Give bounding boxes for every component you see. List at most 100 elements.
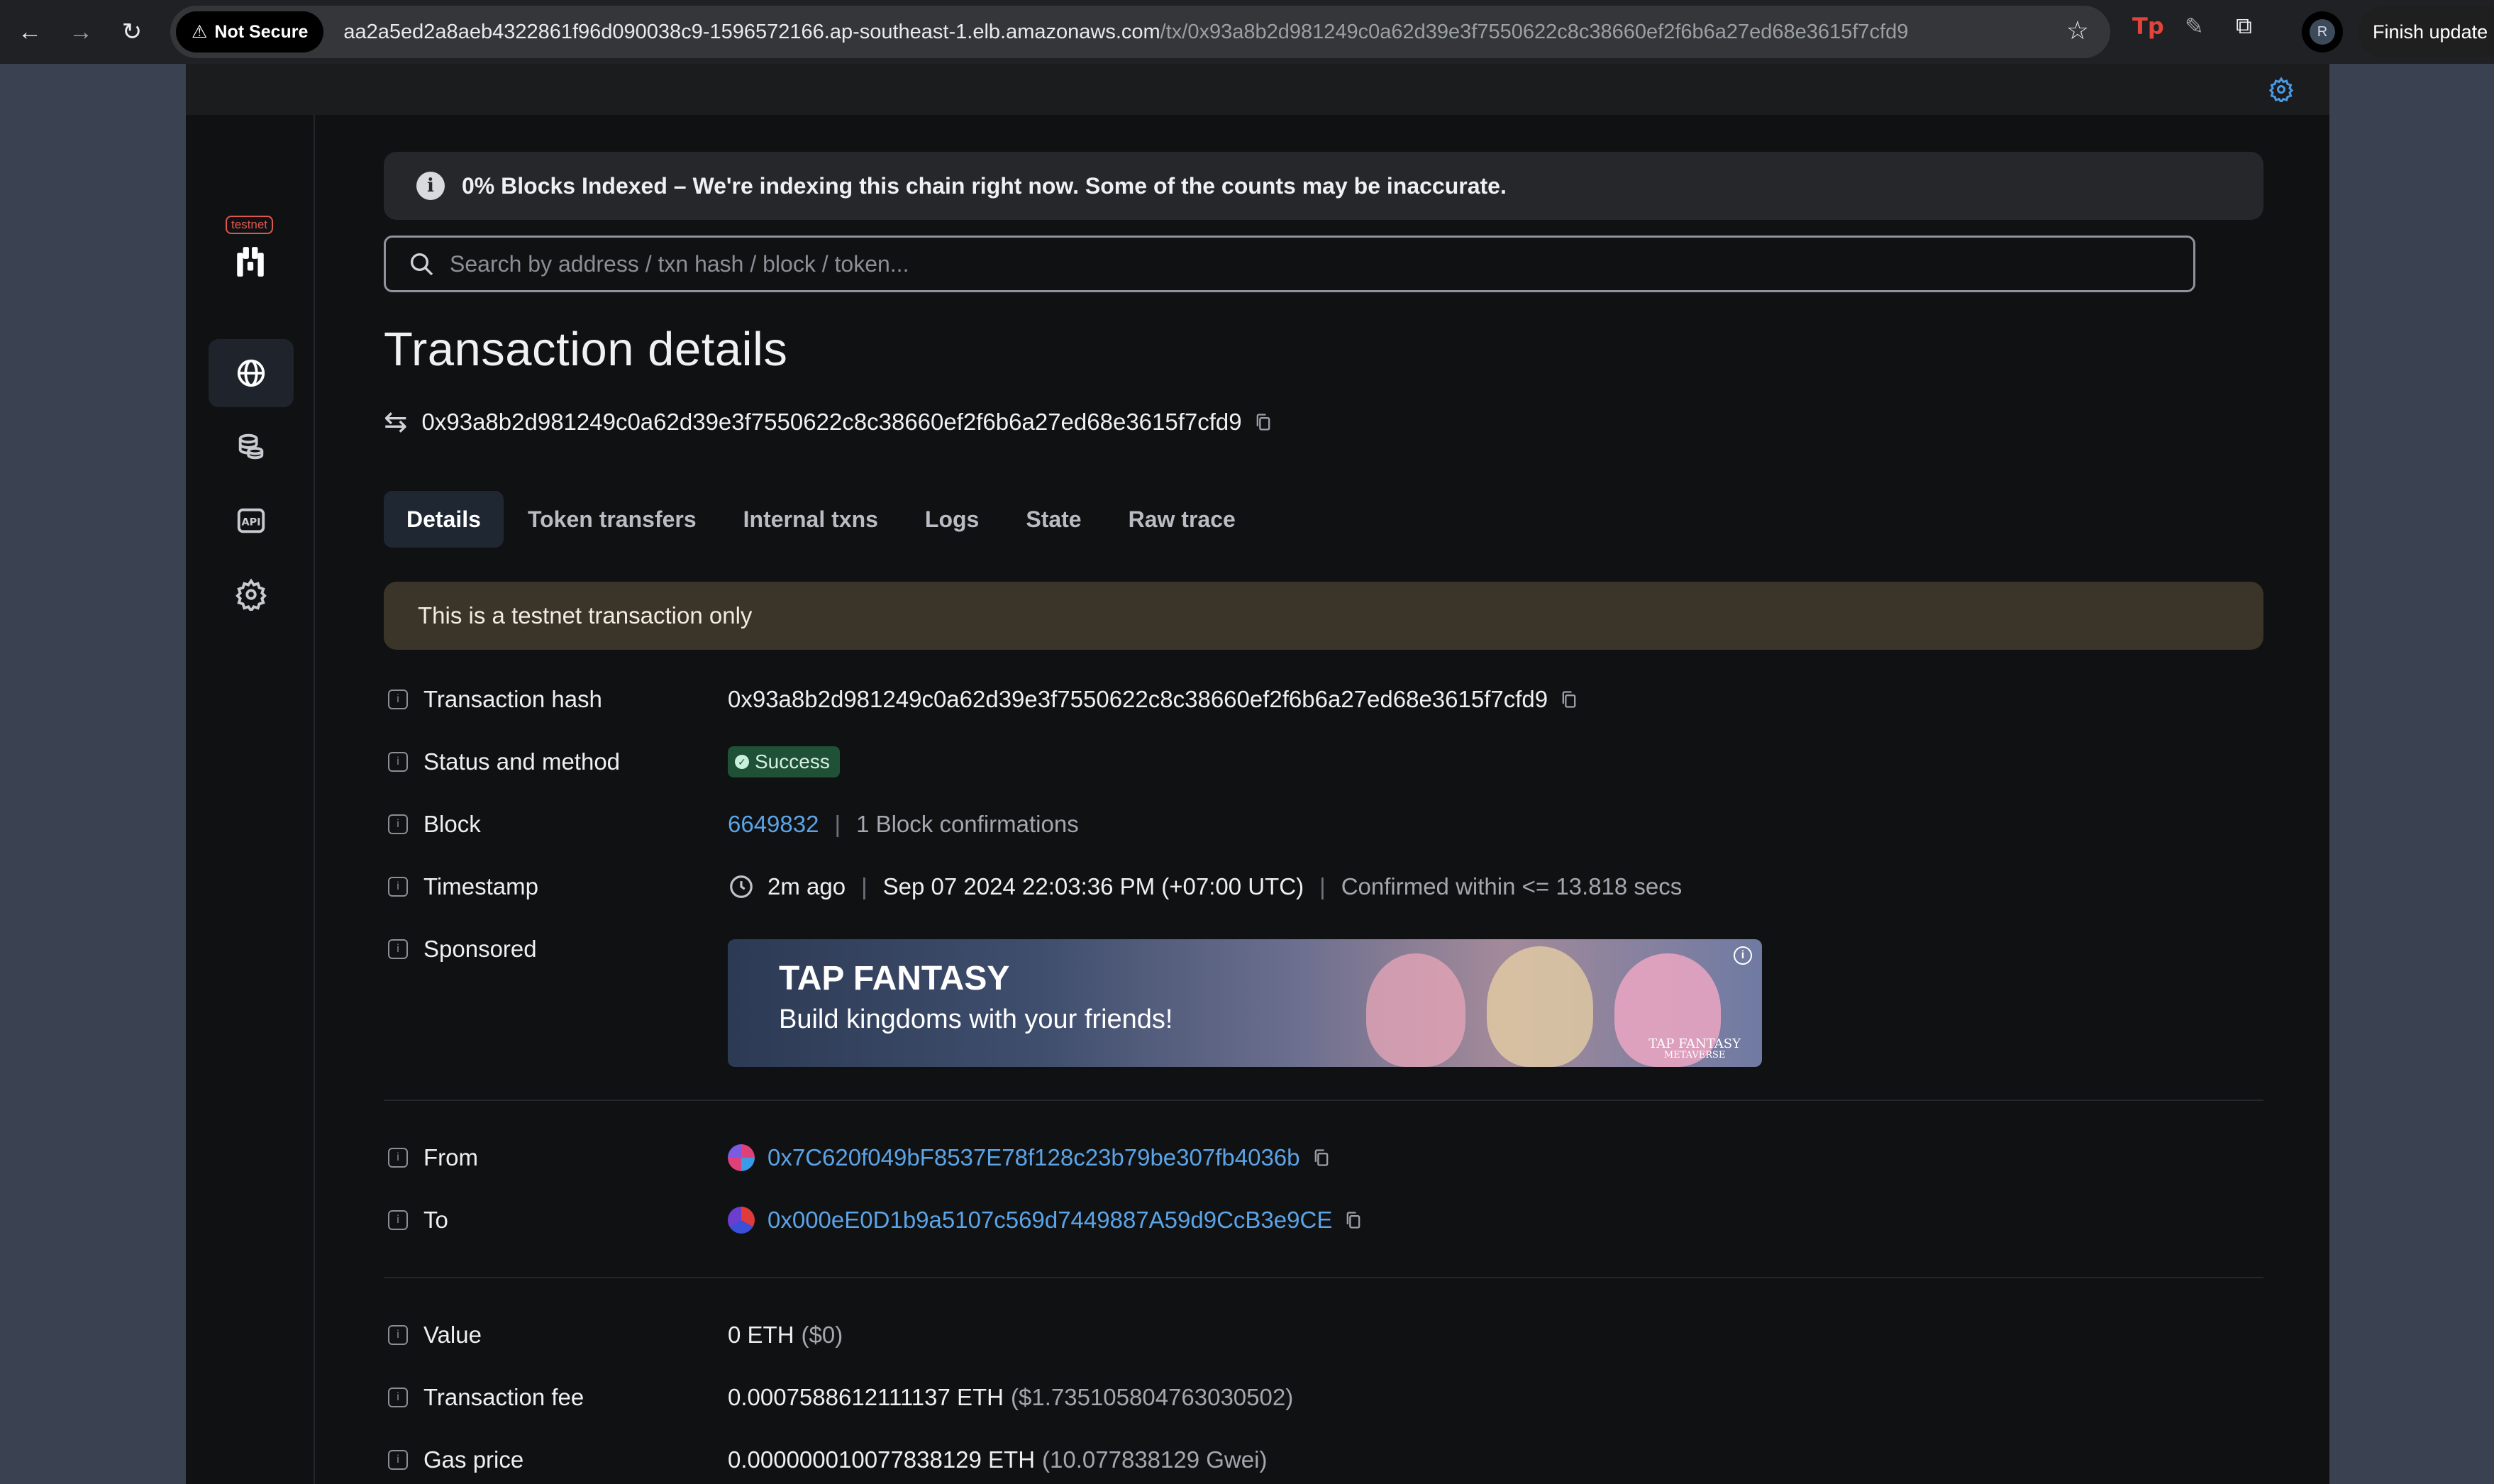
ad-character-image — [1366, 953, 1465, 1067]
settings-gear-icon[interactable] — [2268, 77, 2294, 102]
help-icon[interactable]: i — [388, 752, 408, 772]
sidebar-item-api[interactable]: API — [209, 487, 294, 555]
profile-avatar[interactable]: R — [2302, 11, 2343, 52]
indexing-banner: i 0% Blocks Indexed – We're indexing thi… — [384, 152, 2263, 220]
tab-list: Details Token transfers Internal txns Lo… — [384, 491, 1260, 548]
blockscout-logo-icon — [237, 247, 264, 277]
tab-internal-txns[interactable]: Internal txns — [721, 491, 901, 548]
address-identicon — [728, 1144, 755, 1171]
testnet-notice: This is a testnet transaction only — [384, 582, 2263, 650]
svg-text:API: API — [242, 517, 261, 528]
detail-row-timestamp: i Timestamp 2m ago | Sep 07 2024 22:03:3… — [384, 865, 1682, 908]
security-indicator[interactable]: ⚠ Not Secure — [176, 11, 324, 52]
detail-label: Gas price — [423, 1446, 524, 1473]
forward-icon[interactable]: → — [60, 11, 102, 53]
copy-icon[interactable] — [1559, 688, 1579, 711]
url-text[interactable]: aa2a5ed2a8aeb4322861f96d090038c9-1596572… — [343, 21, 1908, 44]
coins-icon — [238, 433, 264, 460]
value-amount: 0 ETH — [728, 1322, 794, 1348]
puzzle-extensions-icon[interactable]: ⧉ — [2236, 13, 2252, 40]
tp-extension-icon[interactable]: Tp — [2132, 13, 2164, 40]
help-icon[interactable]: i — [388, 814, 408, 834]
tab-token-transfers[interactable]: Token transfers — [505, 491, 719, 548]
separator: | — [834, 811, 841, 837]
help-icon[interactable]: i — [388, 1450, 408, 1470]
from-address-link[interactable]: 0x7C620f049bF8537E78f128c23b79be307fb403… — [767, 1144, 1300, 1171]
detail-row-block: i Block 6649832 | 1 Block confirmations — [384, 803, 1079, 846]
feather-extension-icon[interactable]: ✎ — [2185, 13, 2204, 40]
copy-icon[interactable] — [1343, 1209, 1363, 1231]
detail-label: Status and method — [423, 748, 621, 775]
api-icon: API — [237, 508, 265, 533]
ad-title: TAP FANTASY — [779, 960, 1010, 997]
logo[interactable]: testnet — [226, 216, 275, 283]
app-frame: testnet API i 0% Blocks Indexed – We're … — [186, 64, 2329, 1484]
detail-row-status: i Status and method ✓ Success — [384, 741, 840, 783]
separator: | — [861, 873, 868, 899]
ad-info-icon[interactable]: i — [1734, 946, 1752, 965]
help-icon[interactable]: i — [388, 1148, 408, 1168]
search-bar[interactable] — [384, 236, 2195, 292]
search-icon — [411, 253, 433, 276]
sidebar-item-other[interactable] — [209, 560, 294, 629]
detail-label: Value — [423, 1322, 482, 1348]
detail-label: Block — [423, 811, 481, 837]
help-icon[interactable]: i — [388, 877, 408, 897]
top-bar — [186, 64, 2329, 115]
security-label: Not Secure — [214, 21, 309, 42]
to-address-link[interactable]: 0x000eE0D1b9a5107c569d7449887A59d9CcB3e9… — [767, 1207, 1332, 1234]
value-usd: ($0) — [801, 1322, 843, 1348]
copy-icon[interactable] — [1312, 1146, 1331, 1169]
block-confirmations: 1 Block confirmations — [856, 811, 1079, 837]
info-icon: i — [416, 172, 445, 200]
network-tag: testnet — [226, 216, 274, 234]
section-divider — [384, 1100, 2263, 1101]
page-title: Transaction details — [384, 323, 788, 376]
browser-toolbar: ← → ↻ ⚠ Not Secure aa2a5ed2a8aeb4322861f… — [0, 0, 2494, 64]
warning-icon: ⚠ — [192, 22, 208, 42]
tab-logs[interactable]: Logs — [902, 491, 1002, 548]
gear-icon — [235, 578, 267, 611]
sidebar-item-blockchain[interactable] — [209, 339, 294, 407]
ad-character-image — [1487, 946, 1593, 1067]
bookmark-star-icon[interactable]: ☆ — [2066, 16, 2089, 45]
help-icon[interactable]: i — [388, 1325, 408, 1345]
help-icon[interactable]: i — [388, 939, 408, 959]
block-number-link[interactable]: 6649832 — [728, 811, 819, 838]
detail-label: Sponsored — [423, 936, 537, 962]
address-bar[interactable]: ⚠ Not Secure aa2a5ed2a8aeb4322861f96d090… — [170, 6, 2110, 58]
timestamp-absolute: Sep 07 2024 22:03:36 PM (+07:00 UTC) — [882, 873, 1304, 899]
back-icon[interactable]: ← — [9, 11, 51, 53]
clock-icon — [730, 875, 753, 898]
check-icon: ✓ — [735, 755, 749, 769]
tx-hash-value: 0x93a8b2d981249c0a62d39e3f7550622c8c3866… — [728, 686, 1548, 712]
search-input[interactable] — [450, 250, 2152, 277]
detail-label: To — [423, 1207, 448, 1233]
detail-row-from: i From 0x7C620f049bF8537E78f128c23b79be3… — [384, 1136, 1328, 1179]
tab-state[interactable]: State — [1003, 491, 1104, 548]
detail-row-tx-hash: i Transaction hash 0x93a8b2d981249c0a62d… — [384, 678, 1576, 721]
detail-label: Timestamp — [423, 873, 538, 899]
copy-icon[interactable] — [1253, 411, 1273, 433]
reload-icon[interactable]: ↻ — [111, 11, 153, 53]
sidebar-item-tokens[interactable] — [209, 413, 294, 481]
help-icon[interactable]: i — [388, 1388, 408, 1407]
sponsored-ad-banner[interactable]: TAP FANTASY Build kingdoms with your fri… — [728, 939, 1762, 1067]
address-identicon — [728, 1207, 755, 1234]
separator: | — [1319, 873, 1326, 899]
tab-raw-trace[interactable]: Raw trace — [1106, 491, 1258, 548]
tab-details[interactable]: Details — [384, 491, 504, 548]
help-icon[interactable]: i — [388, 690, 408, 709]
timestamp-relative: 2m ago — [767, 873, 846, 899]
detail-row-value: i Value 0 ETH ($0) — [384, 1314, 843, 1356]
confirmation-duration: Confirmed within <= 13.818 secs — [1341, 873, 1683, 899]
detail-row-to: i To 0x000eE0D1b9a5107c569d7449887A59d9C… — [384, 1199, 1360, 1241]
transfer-arrows-icon: ⇆ — [384, 406, 408, 438]
detail-row-gas-price: i Gas price 0.000000010077838129 ETH (10… — [384, 1439, 1267, 1481]
detail-label: Transaction hash — [423, 686, 602, 712]
status-badge: ✓ Success — [728, 746, 840, 777]
help-icon[interactable]: i — [388, 1210, 408, 1230]
fee-usd: ($1.735105804763030502) — [1011, 1384, 1294, 1410]
finish-update-button[interactable]: Finish update — [2359, 6, 2494, 58]
ad-brand-logo: TAP FANTASY METAVERSE — [1648, 1036, 1741, 1061]
